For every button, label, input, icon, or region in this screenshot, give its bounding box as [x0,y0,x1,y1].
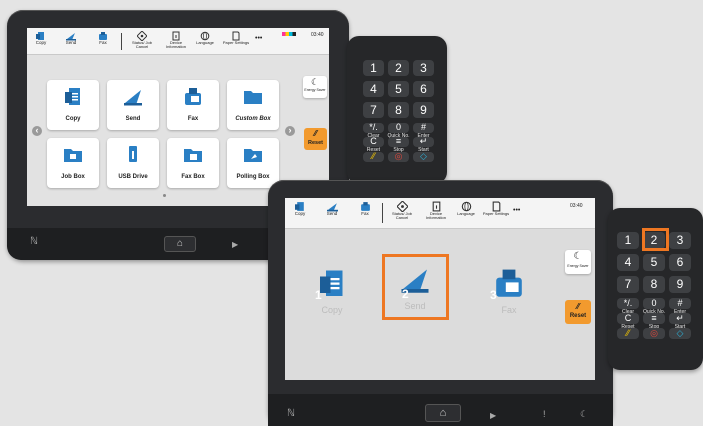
toolbar-separator [121,33,122,50]
tile-send[interactable]: Send [107,80,159,130]
attention-icon: ! [543,409,546,419]
prev-page-button[interactable]: ‹ [32,126,42,136]
toolbar-send[interactable]: Send [321,201,343,217]
fax-icon [496,269,522,297]
moon-icon: ☾ [310,77,320,87]
key-9[interactable]: 9 [669,276,691,293]
energy-saver-button[interactable]: ☾ Energy Saver [303,76,327,98]
energy-saver-button[interactable]: ☾ Energy Saver [565,250,591,274]
reset-key[interactable]: ⁄⁄ [363,151,384,162]
nfc-icon: ℕ [30,236,39,247]
key-8[interactable]: 8 [388,102,409,118]
folder-icon [244,91,262,104]
toolbar-fax[interactable]: Fax [93,31,113,46]
key-hash[interactable]: # [413,122,434,133]
reset-key[interactable]: ⁄⁄ [617,328,639,339]
fax-icon [185,88,201,105]
key-3[interactable]: 3 [669,232,691,249]
key-0[interactable]: 0 [643,298,665,309]
toolbar-fax[interactable]: Fax [354,201,376,217]
stop-key[interactable]: ◎ [388,151,409,162]
key-hash[interactable]: # [669,298,691,309]
send-icon [124,90,142,106]
tile-copy[interactable]: Copy [47,80,99,130]
tile-job-box[interactable]: Job Box [47,138,99,188]
key-2[interactable]: 2 [388,60,409,76]
tile-fax[interactable]: Fax [167,80,219,130]
tile-fax-box[interactable]: Fax Box [167,138,219,188]
home-button-front[interactable]: ⌂ [425,404,461,422]
usb-icon [129,146,137,162]
key-7[interactable]: 7 [617,276,639,293]
toolbar-device-information[interactable]: Device Information [161,31,191,49]
front-screen: Copy Send Fax Status/ Job Cancel Device … [285,198,595,380]
start-key[interactable]: ◇ [413,151,434,162]
toolbar-send[interactable]: Send [61,31,81,46]
moon-icon: ☾ [573,251,583,262]
polling-box-icon [244,149,262,162]
key-0[interactable]: 0 [388,122,409,133]
enter-key[interactable]: ↵ [413,136,434,148]
toolbar-device-information[interactable]: Device Information [421,201,451,220]
send-highlight [382,254,449,320]
clear-key[interactable]: C [363,136,384,148]
nfc-icon: ℕ [287,408,296,419]
job-box-icon [64,149,82,162]
more-icon[interactable]: ••• [513,207,520,214]
key-1[interactable]: 1 [363,60,384,76]
key-6[interactable]: 6 [669,254,691,271]
clock: 03:40 [570,203,583,209]
status-indicator-icon [282,32,296,36]
tile-custom-box[interactable]: Custom Box [227,80,279,130]
front-toolbar: Copy Send Fax Status/ Job Cancel Device … [285,198,595,229]
key-9[interactable]: 9 [413,102,434,118]
toolbar-status-job-cancel[interactable]: Status/ Job Cancel [127,31,157,49]
key-3[interactable]: 3 [413,60,434,76]
reset-button[interactable]: ⁄⁄ Reset [304,128,327,150]
key-star[interactable]: */. [617,298,639,309]
start-key[interactable]: ◇ [669,328,691,339]
page-indicator [163,194,166,197]
key-5[interactable]: 5 [388,81,409,97]
key-star[interactable]: */. [363,122,384,133]
key-menu[interactable]: ≡ [643,313,665,324]
key-6[interactable]: 6 [413,81,434,97]
copy-icon [65,88,80,105]
fax-box-icon [184,149,202,162]
toolbar-paper-settings[interactable]: Paper Settings [481,201,511,216]
toolbar-separator [382,203,383,223]
toolbar-status-job-cancel[interactable]: Status/ Job Cancel [387,201,417,220]
toolbar-language[interactable]: Language [453,201,479,216]
more-icon[interactable]: ••• [255,35,262,42]
toolbar-copy[interactable]: Copy [289,201,311,217]
enter-key[interactable]: ↵ [669,313,691,324]
toolbar-language[interactable]: Language [193,31,217,45]
home-button[interactable]: ⌂ [164,236,196,252]
key-5[interactable]: 5 [643,254,665,271]
step-number-1: 1 [315,288,322,302]
next-page-button[interactable]: › [285,126,295,136]
step-number-3: 3 [490,288,497,302]
clear-key[interactable]: C [617,313,639,324]
clock: 03:40 [311,32,324,38]
indicator-icon: ▶ [490,411,497,420]
key-4[interactable]: 4 [617,254,639,271]
key-7[interactable]: 7 [363,102,384,118]
tile-polling-box[interactable]: Polling Box [227,138,279,188]
reset-icon: ⁄⁄ [314,129,317,138]
key-4[interactable]: 4 [363,81,384,97]
toolbar-paper-settings[interactable]: Paper Settings [221,31,251,45]
tile-usb-drive[interactable]: USB Drive [107,138,159,188]
back-toolbar: Copy Send Fax Status/ Job Cancel Device … [27,28,329,55]
reset-icon: ⁄⁄ [576,302,580,311]
moon-icon: ☾ [580,409,589,419]
toolbar-copy[interactable]: Copy [31,31,51,46]
key-1[interactable]: 1 [617,232,639,249]
indicator-icon: ▶ [232,240,239,249]
reset-button[interactable]: ⁄⁄ Reset [565,300,591,324]
key-2-highlight [642,228,669,251]
key-8[interactable]: 8 [643,276,665,293]
key-menu[interactable]: ≡ [388,136,409,148]
stop-key[interactable]: ◎ [643,328,665,339]
